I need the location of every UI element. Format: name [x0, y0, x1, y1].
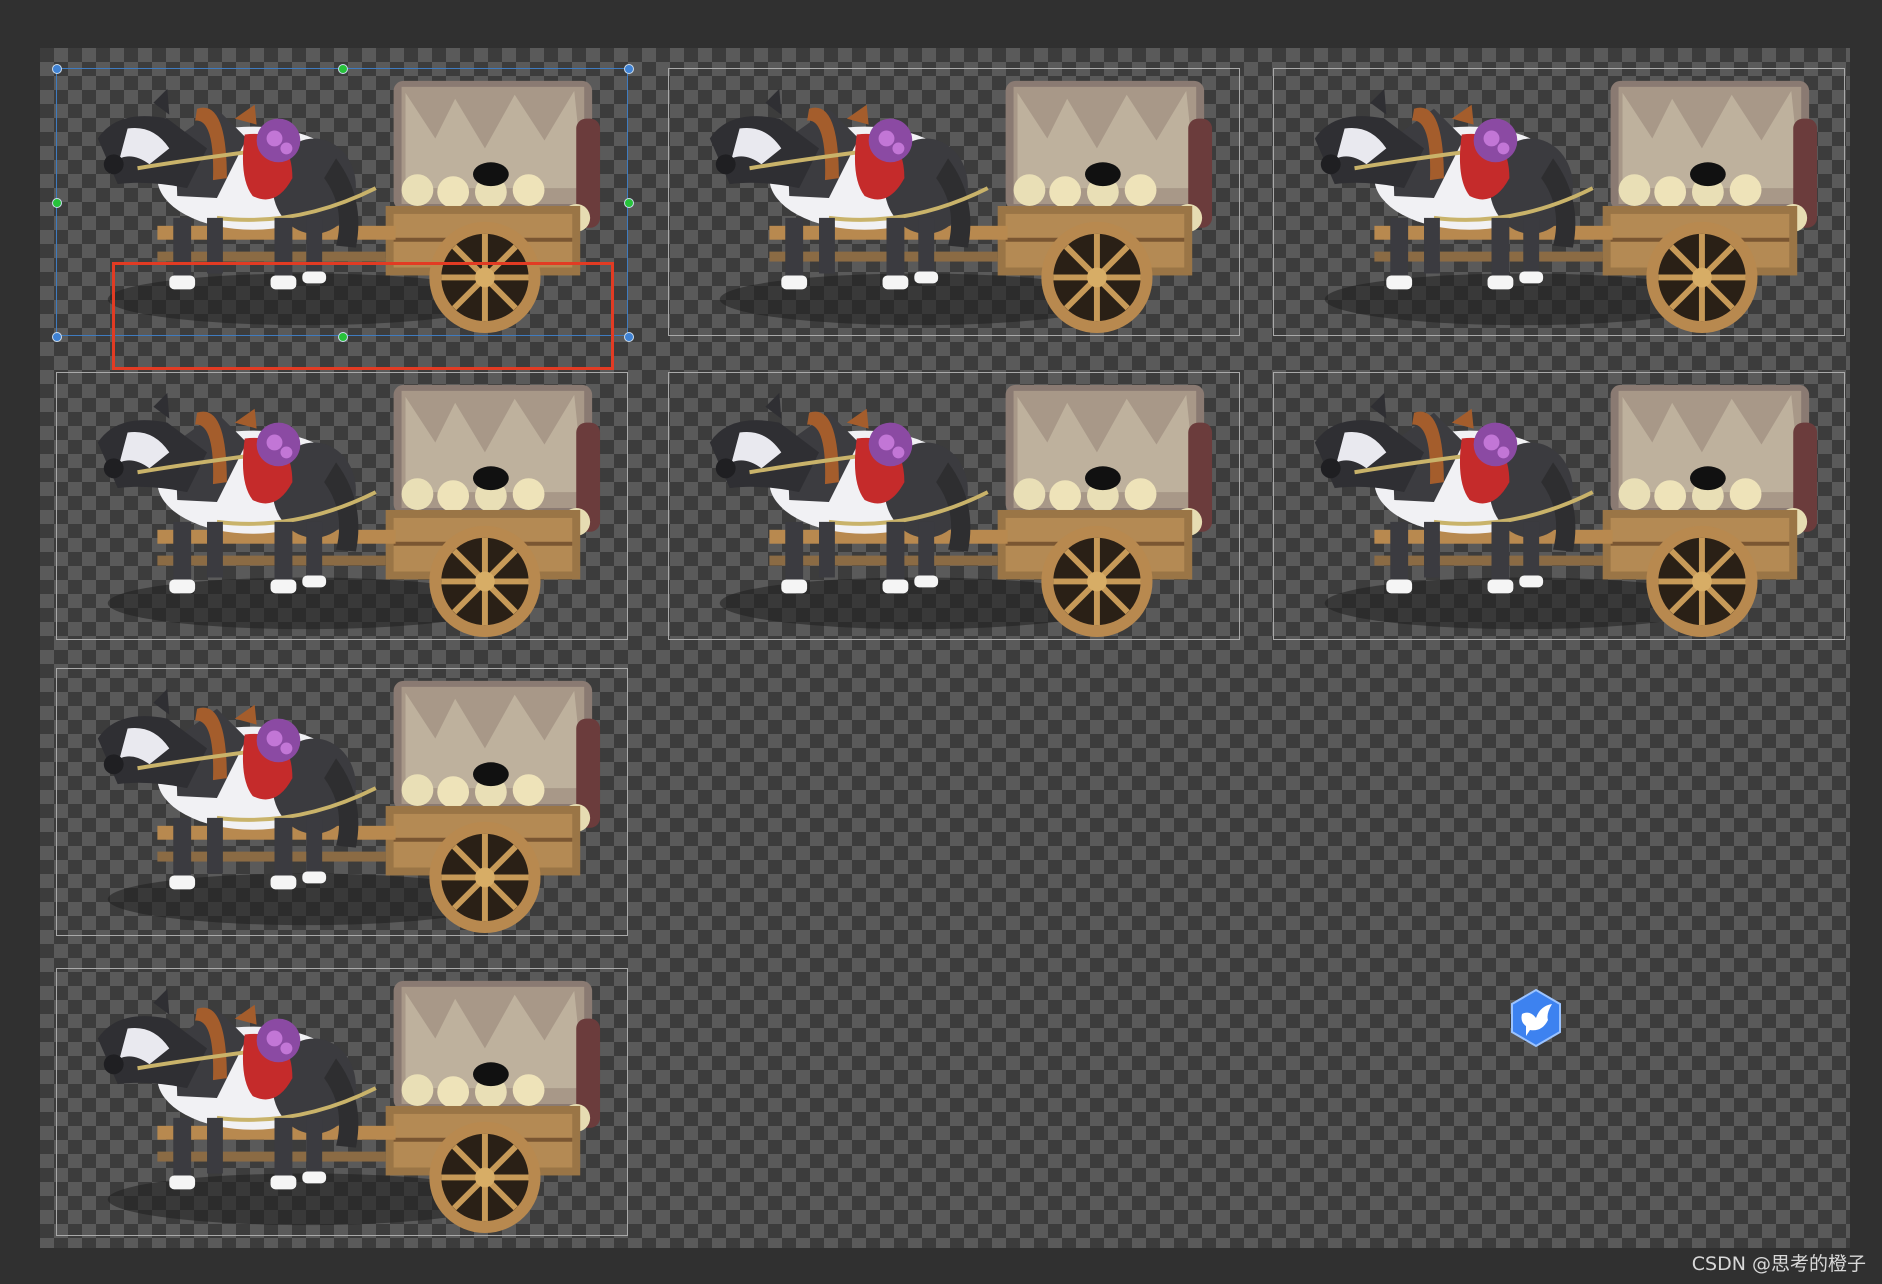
horse-cart-sprite	[709, 80, 1213, 334]
horse-cart-sprite	[1314, 80, 1818, 334]
horse-cart-sprite	[709, 384, 1213, 638]
selection-handle-5[interactable]	[624, 198, 634, 208]
selection-handle-6[interactable]	[52, 332, 62, 342]
selection-handle-1[interactable]	[52, 64, 62, 74]
sprite-frame-5[interactable]	[668, 372, 1240, 640]
horse-cart-sprite	[1314, 384, 1818, 638]
sprite-frame-6[interactable]	[1273, 372, 1845, 640]
selection-handle-2[interactable]	[338, 64, 348, 74]
horse-cart-sprite	[97, 980, 601, 1234]
annotation-highlight-rect	[112, 262, 614, 370]
sprite-frame-7[interactable]	[56, 668, 628, 936]
bird-badge-icon[interactable]	[1508, 988, 1564, 1048]
selection-handle-3[interactable]	[624, 64, 634, 74]
watermark-text: CSDN @思考的橙子	[1691, 1253, 1866, 1275]
sprite-frame-4[interactable]	[56, 372, 628, 640]
sprite-frame-2[interactable]	[668, 68, 1240, 336]
sprite-frame-3[interactable]	[1273, 68, 1845, 336]
selection-handle-7[interactable]	[338, 332, 348, 342]
sprite-frame-8[interactable]	[56, 968, 628, 1236]
selection-handle-8[interactable]	[624, 332, 634, 342]
selection-handle-4[interactable]	[52, 198, 62, 208]
horse-cart-sprite	[97, 680, 601, 934]
horse-cart-sprite	[97, 384, 601, 638]
